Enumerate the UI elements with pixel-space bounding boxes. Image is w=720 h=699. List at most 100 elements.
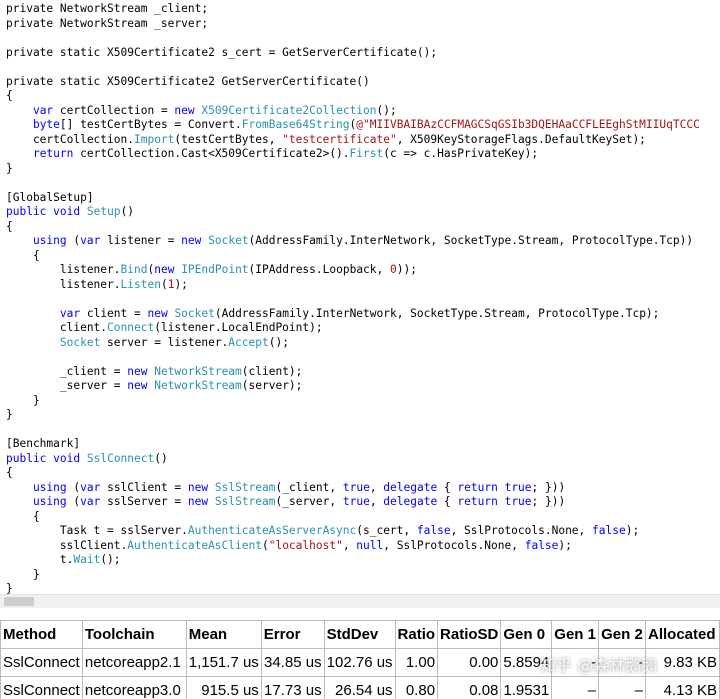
code-token: , X509KeyStorageFlags.DefaultKeySet);: [396, 132, 646, 146]
code-token: Setup: [86, 205, 121, 218]
code-line: Task t = sslServer.AuthenticateAsServerA…: [6, 524, 639, 539]
code-token: {: [437, 480, 458, 494]
code-line: private NetworkStream _server;: [6, 17, 208, 32]
scrollbar-thumb[interactable]: [4, 597, 34, 606]
code-token: FromBase64String: [241, 118, 350, 131]
code-token: new: [174, 103, 195, 117]
code-line: byte[] testCertBytes = Convert.FromBase6…: [6, 118, 700, 133]
code-token: t.: [6, 553, 74, 566]
cell-mean: 1,151.7 us: [185, 648, 262, 677]
code-token: , SslProtocols.None,: [383, 538, 525, 552]
code-token: (): [154, 451, 168, 465]
code-token: client.: [6, 321, 108, 334]
code-token: NetworkStream: [154, 364, 242, 378]
code-line: t.Wait();: [6, 553, 121, 568]
col-error: Error: [260, 620, 325, 649]
code-token: using: [32, 495, 67, 508]
code-line: _client = new NetworkStream(client);: [6, 364, 303, 380]
code-token: }: [6, 393, 40, 407]
code-token: return: [457, 480, 498, 494]
code-line: _server = new NetworkStream(server);: [6, 379, 303, 394]
code-token: new: [127, 379, 148, 392]
code-token: public: [6, 205, 47, 218]
code-line: public void SslConnect(): [6, 452, 168, 467]
code-token: true: [504, 495, 532, 508]
code-token: _client =: [6, 364, 128, 378]
code-token: X509Certificate2Collection: [201, 103, 377, 117]
code-token: false: [416, 524, 451, 537]
code-token: certCollection.Cast<X509Certificate2>().: [73, 147, 350, 160]
code-token: ; })): [531, 495, 566, 508]
code-token: [Benchmark]: [6, 437, 81, 450]
code-line: }: [6, 394, 40, 409]
code-line: }: [6, 568, 40, 583]
code-token: var: [80, 495, 101, 508]
code-token: var: [80, 480, 101, 494]
code-line: sslClient.AuthenticateAsClient("localhos…: [6, 539, 572, 554]
code-token: new: [154, 263, 175, 276]
col-gen2: Gen 2: [598, 620, 646, 649]
watermark: 知乎 @森林鹅鹅: [540, 656, 658, 675]
code-token: (_client,: [275, 480, 343, 494]
code-token: [GlobalSetup]: [6, 190, 94, 204]
code-token: }: [6, 567, 40, 581]
code-line: }: [6, 582, 13, 594]
cell-stddev: 26.54 us: [323, 676, 396, 699]
code-token: var: [80, 234, 101, 247]
code-token: (AddressFamily.InterNetwork, SocketType.…: [214, 306, 660, 320]
cell-toolchain: netcoreapp2.1: [81, 648, 187, 677]
code-line: return certCollection.Cast<X509Certifica…: [6, 147, 538, 162]
code-line: {: [6, 510, 40, 525]
code-token: Socket: [208, 234, 249, 247]
code-token: );: [174, 277, 188, 291]
horizontal-scrollbar[interactable]: [0, 594, 720, 608]
code-line: private static X509Certificate2 s_cert =…: [6, 46, 437, 61]
code-token: (server);: [241, 379, 303, 392]
code-token: AuthenticateAsServerAsync: [187, 524, 357, 537]
code-token: listener =: [100, 234, 182, 247]
code-line: certCollection.Import(testCertBytes, "te…: [6, 133, 646, 148]
code-token: false: [524, 538, 559, 552]
code-token: Listen: [120, 277, 161, 291]
code-token: delegate: [383, 495, 438, 508]
code-token: SslStream: [214, 480, 276, 494]
code-line: using (var sslServer = new SslStream(_se…: [6, 495, 565, 510]
code-token: private NetworkStream _server;: [6, 16, 209, 30]
code-line: {: [6, 466, 13, 481]
code-token: (): [120, 205, 135, 218]
code-token: sslServer =: [100, 495, 188, 508]
code-token: var: [59, 306, 81, 320]
code-token: SslStream: [214, 495, 276, 508]
code-token: SslConnect: [86, 451, 155, 465]
code-line: using (var sslClient = new SslStream(_cl…: [6, 481, 565, 496]
code-token: }: [6, 408, 13, 421]
code-token: sslClient.: [6, 538, 128, 552]
code-token: return: [457, 495, 498, 508]
code-token: );: [625, 524, 640, 537]
code-line: listener.Listen(1);: [6, 278, 188, 293]
code-line: [GlobalSetup]: [6, 191, 94, 206]
cell-gen1: –: [551, 676, 600, 699]
cell-gen0: 1.9531: [500, 676, 553, 699]
code-editor[interactable]: private NetworkStream _client; private Ne…: [0, 0, 720, 594]
code-line: public void Setup(): [6, 205, 134, 220]
code-line: }: [6, 408, 13, 423]
code-line: [Benchmark]: [6, 437, 80, 452]
col-stddev: StdDev: [323, 620, 396, 649]
col-toolchain: Toolchain: [81, 620, 187, 649]
code-token: (: [160, 277, 168, 291]
cell-ratio: 1.00: [394, 648, 439, 677]
cell-method: SslConnect: [0, 676, 83, 699]
code-line: var client = new Socket(AddressFamily.In…: [6, 306, 660, 322]
code-line: client.Connect(listener.LocalEndPoint);: [6, 321, 323, 336]
code-line: var certCollection = new X509Certificate…: [6, 104, 397, 119]
code-token: Connect: [107, 321, 155, 334]
code-token: true: [342, 495, 370, 508]
code-token: {: [437, 495, 458, 508]
code-token: (: [66, 234, 81, 247]
